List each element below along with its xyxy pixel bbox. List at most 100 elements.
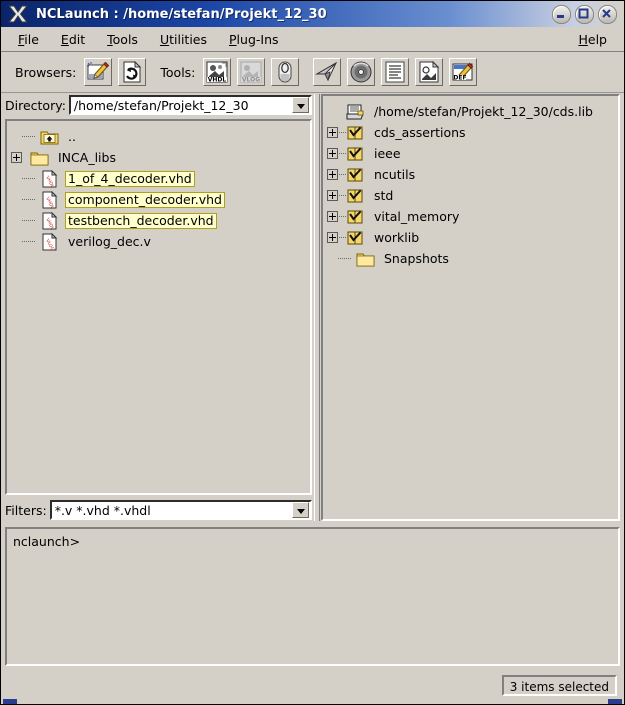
window-title: NCLaunch : /home/stefan/Projekt_12_30 [36, 6, 327, 22]
window-controls [552, 4, 617, 24]
close-icon [602, 8, 611, 18]
tree-label: ncutils [374, 166, 416, 182]
console-pane[interactable]: nclaunch> [5, 527, 620, 666]
tree-row-component-decoder[interactable]: VHDL component_decoder.vhd [8, 189, 309, 210]
document-shapes-icon [419, 60, 440, 83]
tree-label: Snapshots [384, 250, 449, 266]
menu-help[interactable]: Help [567, 29, 618, 50]
menu-edit[interactable]: Edit [50, 29, 96, 50]
titlebar[interactable]: NCLaunch : /home/stefan/Projekt_12_30 [1, 1, 624, 27]
tree-twig [324, 122, 346, 143]
menu-edit-label: dit [68, 31, 86, 47]
tree-label: component_decoder.vhd [65, 191, 225, 208]
tree-dots [339, 132, 346, 133]
vhdl-compiler-button[interactable]: VHDL [203, 58, 232, 86]
tree-row-vital-memory[interactable]: vital_memory [324, 206, 617, 227]
tree-twig [324, 185, 346, 206]
folder-icon [30, 149, 49, 167]
tree-dots [22, 136, 35, 137]
simvision-button[interactable] [347, 58, 376, 86]
tree-dots [22, 220, 35, 221]
menu-file[interactable]: File [7, 29, 50, 50]
menu-utilities[interactable]: Utilities [149, 29, 218, 50]
menu-plugins-label: lug-Ins [236, 31, 279, 47]
expander-plus-icon[interactable] [327, 232, 338, 243]
browsers-label: Browsers: [15, 64, 77, 80]
vhdl-compile-icon: VHDL [206, 61, 228, 84]
filters-combobox[interactable]: *.v *.vhd *.vhdl [49, 500, 312, 520]
library-tree-box[interactable]: /home/stefan/Projekt_12_30/cds.lib cds_a… [321, 94, 620, 521]
svg-text:VHDL: VHDL [208, 77, 227, 84]
library-icon [346, 208, 365, 226]
cds-lib-editor-button[interactable]: DEF [449, 58, 478, 86]
browser-panes: Directory: /home/stefan/Projekt_12_30 ..… [5, 94, 620, 521]
library-tree: /home/stefan/Projekt_12_30/cds.lib cds_a… [324, 97, 617, 518]
expander-plus-icon[interactable] [327, 190, 338, 201]
library-icon [346, 166, 365, 184]
expander-plus-icon[interactable] [327, 127, 338, 138]
elaborator-button[interactable] [271, 58, 300, 86]
verilog-compiler-button[interactable]: VLOG [237, 58, 266, 86]
pencil-document-icon [87, 61, 110, 80]
folder-icon [356, 250, 375, 268]
pencil-def-icon: DEF [452, 62, 474, 82]
library-browser-button[interactable] [118, 58, 147, 86]
schematic-button[interactable] [415, 58, 444, 86]
waveform-button[interactable] [381, 58, 410, 86]
expander-plus-icon[interactable] [327, 169, 338, 180]
close-button[interactable] [598, 4, 617, 24]
tree-row-inca-libs[interactable]: INCA_libs [8, 147, 309, 168]
titlebar-left: NCLaunch : /home/stefan/Projekt_12_30 [1, 1, 552, 27]
simulator-button[interactable] [313, 58, 342, 86]
tree-row-snapshots[interactable]: Snapshots [324, 248, 617, 269]
minimize-button[interactable] [552, 4, 571, 24]
file-browser-pane: Directory: /home/stefan/Projekt_12_30 ..… [5, 94, 312, 521]
expander-plus-icon[interactable] [327, 148, 338, 159]
tree-label: 1_of_4_decoder.vhd [65, 170, 195, 187]
menu-tools[interactable]: Tools [96, 29, 149, 50]
tree-row-worklib[interactable]: worklib [324, 227, 617, 248]
tree-twig [18, 168, 40, 189]
tree-twig [18, 189, 40, 210]
tree-row-testbench-decoder[interactable]: VHDL testbench_decoder.vhd [8, 210, 309, 231]
tree-label: .. [68, 128, 76, 144]
file-tree: .. INCA_libs VHDL 1_of_4_decoder.vhd VHD… [8, 122, 309, 492]
tree-row-cds-lib-root[interactable]: /home/stefan/Projekt_12_30/cds.lib [324, 101, 617, 122]
x-window-logo-icon [5, 3, 31, 25]
directory-chevron-down-icon[interactable] [292, 97, 309, 113]
tree-row-1-of-4-decoder[interactable]: VHDL 1_of_4_decoder.vhd [8, 168, 309, 189]
resize-corner-left[interactable] [3, 699, 17, 704]
verilog-compile-icon: VLOG [240, 61, 262, 84]
menu-plugins[interactable]: Plug-Ins [218, 29, 290, 50]
resize-corner-right[interactable] [608, 699, 622, 704]
maximize-button[interactable] [575, 4, 594, 24]
tree-twig [18, 126, 40, 147]
menu-utilities-label: tilities [169, 31, 207, 47]
tree-row-parent-dir[interactable]: .. [8, 126, 309, 147]
minimize-icon [557, 14, 564, 18]
tree-row-ieee[interactable]: ieee [324, 143, 617, 164]
tree-row-ncutils[interactable]: ncutils [324, 164, 617, 185]
library-icon [346, 124, 365, 142]
tree-row-verilog-dec[interactable]: VLOG verilog_dec.v [8, 231, 309, 252]
file-tree-box[interactable]: .. INCA_libs VHDL 1_of_4_decoder.vhd VHD… [5, 119, 312, 495]
filters-label: Filters: [5, 502, 47, 518]
tree-label: INCA_libs [58, 149, 116, 165]
tree-row-cds-assertions[interactable]: cds_assertions [324, 122, 617, 143]
pane-splitter[interactable] [312, 94, 321, 521]
tree-twig [324, 206, 346, 227]
list-lines-icon [385, 61, 405, 83]
directory-combobox[interactable]: /home/stefan/Projekt_12_30 [68, 95, 312, 115]
library-icon [346, 145, 365, 163]
tree-dots [339, 153, 346, 154]
tree-label: worklib [374, 229, 420, 245]
tree-label: testbench_decoder.vhd [65, 212, 217, 229]
expander-plus-icon[interactable] [327, 211, 338, 222]
filters-chevron-down-icon[interactable] [292, 502, 309, 518]
expander-plus-icon[interactable] [11, 152, 22, 163]
tree-twig [324, 143, 346, 164]
design-browser-button[interactable] [84, 58, 113, 86]
vhdl-file-icon: VHDL [40, 190, 59, 210]
tree-row-std[interactable]: std [324, 185, 617, 206]
console-output: nclaunch> [9, 531, 616, 662]
